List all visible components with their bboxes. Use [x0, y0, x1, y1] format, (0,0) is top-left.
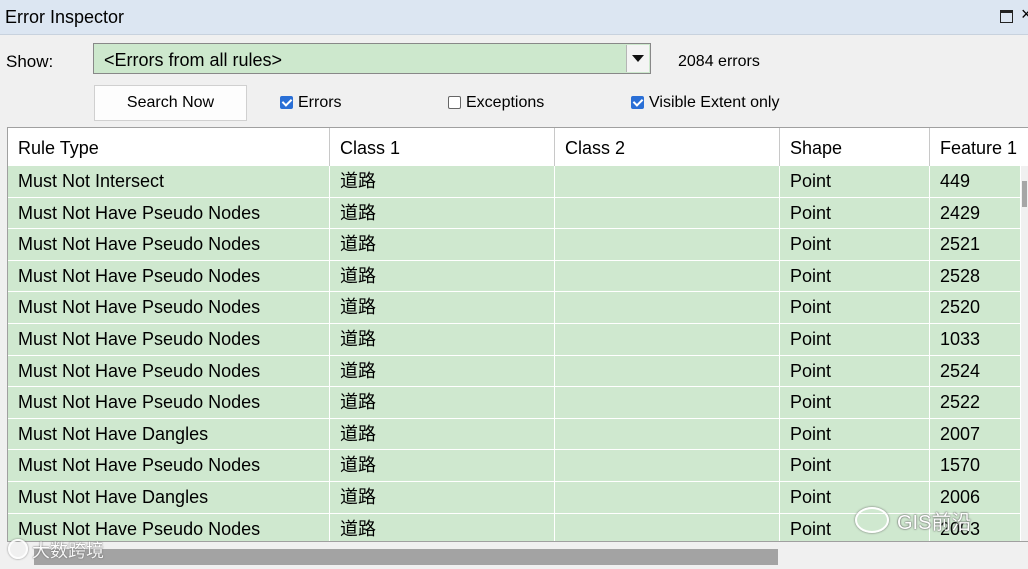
- chevron-down-icon: [632, 55, 644, 62]
- watermark-right: GIS前沿: [855, 506, 971, 535]
- table-row[interactable]: Must Not Have Pseudo Nodes 道路 Point 2524: [8, 355, 1021, 388]
- exceptions-checkbox[interactable]: [448, 96, 461, 109]
- column-header-feature-1[interactable]: Feature 1: [930, 128, 1028, 166]
- cell-shape: Point: [780, 418, 930, 451]
- wechat-icon: [855, 507, 889, 533]
- cell-class-2: [555, 166, 780, 198]
- horizontal-scrollbar[interactable]: [7, 542, 1028, 569]
- cell-shape: Point: [780, 387, 930, 419]
- cell-feature-1: 2524: [930, 355, 1021, 388]
- cell-rule-type: Must Not Have Pseudo Nodes: [8, 355, 330, 388]
- vertical-scroll-thumb[interactable]: [1022, 181, 1027, 207]
- error-count: 2084 errors: [678, 53, 760, 70]
- cell-class-2: [555, 450, 780, 482]
- table-row[interactable]: Must Not Intersect 道路 Point 449: [8, 166, 1021, 198]
- cell-feature-1: 2528: [930, 260, 1021, 293]
- cell-class-2: [555, 387, 780, 419]
- errors-checkbox-label[interactable]: Errors: [298, 94, 342, 112]
- cell-class-2: [555, 292, 780, 324]
- cell-shape: Point: [780, 166, 930, 198]
- cell-class-1: 道路: [330, 324, 555, 356]
- table-row[interactable]: Must Not Have Pseudo Nodes 道路 Point 2429: [8, 197, 1021, 230]
- dropdown-selected-value: <Errors from all rules>: [104, 50, 283, 70]
- cell-class-1: 道路: [330, 482, 555, 514]
- error-table: Rule Type Class 1 Class 2 Shape Feature …: [7, 127, 1028, 542]
- table-row[interactable]: Must Not Have Pseudo Nodes 道路 Point 1033: [8, 324, 1021, 356]
- cell-class-1: 道路: [330, 387, 555, 419]
- cell-shape: Point: [780, 324, 930, 356]
- cell-rule-type: Must Not Have Pseudo Nodes: [8, 197, 330, 230]
- cell-rule-type: Must Not Have Pseudo Nodes: [8, 229, 330, 261]
- cell-class-1: 道路: [330, 166, 555, 198]
- cell-shape: Point: [780, 292, 930, 324]
- cell-class-2: [555, 229, 780, 261]
- errors-checkbox[interactable]: [280, 96, 293, 109]
- cell-class-1: 道路: [330, 260, 555, 293]
- cell-rule-type: Must Not Have Pseudo Nodes: [8, 387, 330, 419]
- table-header: Rule Type Class 1 Class 2 Shape Feature …: [8, 128, 1028, 166]
- table-row[interactable]: Must Not Have Pseudo Nodes 道路 Point 2522: [8, 387, 1021, 419]
- cell-feature-1: 1033: [930, 324, 1021, 356]
- cell-feature-1: 449: [930, 166, 1021, 198]
- table-row[interactable]: Must Not Have Pseudo Nodes 道路 Point 1570: [8, 450, 1021, 482]
- visible-extent-checkbox-label[interactable]: Visible Extent only: [649, 94, 779, 112]
- rule-filter-dropdown[interactable]: <Errors from all rules>: [93, 43, 651, 74]
- vertical-scrollbar[interactable]: [1021, 166, 1028, 541]
- watermark-right-text: GIS前沿: [897, 512, 972, 534]
- title-bar: Error Inspector ×: [0, 0, 1028, 35]
- table-row[interactable]: Must Not Have Pseudo Nodes 道路 Point 2521: [8, 229, 1021, 261]
- cell-rule-type: Must Not Have Pseudo Nodes: [8, 450, 330, 482]
- cell-rule-type: Must Not Have Dangles: [8, 418, 330, 451]
- horizontal-scroll-thumb[interactable]: [34, 549, 778, 565]
- column-header-shape[interactable]: Shape: [780, 128, 930, 166]
- dropdown-button[interactable]: [626, 45, 649, 72]
- watermark-left-text: 大数跨境: [32, 541, 104, 561]
- cell-class-1: 道路: [330, 229, 555, 261]
- cell-class-2: [555, 513, 780, 541]
- cell-rule-type: Must Not Have Pseudo Nodes: [8, 292, 330, 324]
- cell-class-1: 道路: [330, 418, 555, 451]
- table-row[interactable]: Must Not Have Pseudo Nodes 道路 Point 2528: [8, 260, 1021, 293]
- cell-shape: Point: [780, 355, 930, 388]
- cell-class-1: 道路: [330, 197, 555, 230]
- cell-shape: Point: [780, 450, 930, 482]
- cell-shape: Point: [780, 260, 930, 293]
- cell-class-1: 道路: [330, 450, 555, 482]
- restore-icon[interactable]: [1000, 10, 1013, 23]
- cell-class-2: [555, 482, 780, 514]
- cell-feature-1: 1570: [930, 450, 1021, 482]
- exceptions-checkbox-label[interactable]: Exceptions: [466, 94, 544, 112]
- cell-feature-1: 2521: [930, 229, 1021, 261]
- cell-class-2: [555, 418, 780, 451]
- window-title: Error Inspector: [5, 7, 125, 27]
- column-header-rule-type[interactable]: Rule Type: [8, 128, 330, 166]
- cell-rule-type: Must Not Have Pseudo Nodes: [8, 324, 330, 356]
- search-now-button[interactable]: Search Now: [94, 85, 247, 121]
- cell-class-2: [555, 197, 780, 230]
- close-icon[interactable]: ×: [1021, 3, 1028, 25]
- cell-feature-1: 2520: [930, 292, 1021, 324]
- cell-shape: Point: [780, 197, 930, 230]
- cell-shape: Point: [780, 229, 930, 261]
- cell-class-1: 道路: [330, 513, 555, 541]
- cell-class-2: [555, 355, 780, 388]
- watermark-logo-icon: [8, 539, 28, 559]
- show-label: Show:: [6, 52, 54, 71]
- cell-class-2: [555, 324, 780, 356]
- cell-class-2: [555, 260, 780, 293]
- cell-class-1: 道路: [330, 355, 555, 388]
- column-header-class-2[interactable]: Class 2: [555, 128, 780, 166]
- table-row[interactable]: Must Not Have Dangles 道路 Point 2007: [8, 418, 1021, 451]
- cell-class-1: 道路: [330, 292, 555, 324]
- watermark-left: 大数跨境: [8, 537, 104, 563]
- table-row[interactable]: Must Not Have Pseudo Nodes 道路 Point 2520: [8, 292, 1021, 324]
- cell-feature-1: 2429: [930, 197, 1021, 230]
- cell-feature-1: 2007: [930, 418, 1021, 451]
- column-header-class-1[interactable]: Class 1: [330, 128, 555, 166]
- cell-rule-type: Must Not Intersect: [8, 166, 330, 198]
- cell-feature-1: 2522: [930, 387, 1021, 419]
- cell-rule-type: Must Not Have Dangles: [8, 482, 330, 514]
- cell-rule-type: Must Not Have Pseudo Nodes: [8, 260, 330, 293]
- visible-extent-checkbox[interactable]: [631, 96, 644, 109]
